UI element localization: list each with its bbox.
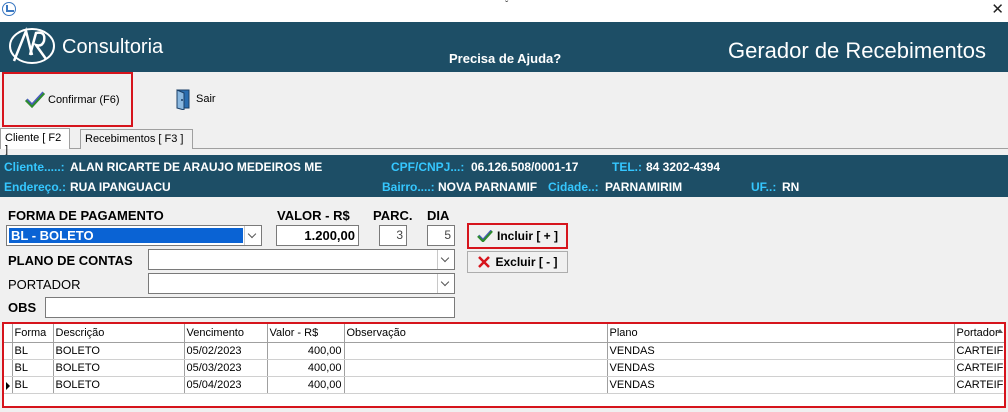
cell-forma: BL: [12, 359, 54, 377]
obs-input[interactable]: [45, 297, 455, 318]
titlebar-mark: ˇ: [505, 0, 509, 11]
dia-input[interactable]: 5: [427, 225, 455, 246]
uf-value: RN: [782, 180, 800, 194]
bairro-label: Bairro....:: [382, 180, 435, 194]
tab-strip: Cliente [ F2 ] Recebimentos [ F3 ]: [0, 127, 1008, 156]
exclude-button[interactable]: Excluir [ - ]: [467, 251, 568, 273]
chevron-down-icon[interactable]: [244, 226, 261, 245]
receivables-grid[interactable]: Forma Descrição Vencimento Valor - R$ Ob…: [2, 322, 1006, 408]
help-link[interactable]: Precisa de Ajuda?: [449, 51, 561, 66]
row-indicator: [4, 376, 13, 394]
company-logo: [9, 26, 55, 64]
cell-portador: CARTEIF: [954, 376, 1004, 394]
cell-valor: 400,00: [267, 342, 345, 360]
cliente-value: ALAN RICARTE DE ARAUJO MEDEIROS ME: [70, 160, 323, 174]
valor-input[interactable]: 1.200,00: [276, 225, 359, 246]
cell-descricao: BOLETO: [53, 376, 185, 394]
portador-label: PORTADOR: [8, 277, 81, 292]
cliente-label: Cliente.....:: [4, 160, 65, 174]
column-header-descricao[interactable]: Descrição: [53, 324, 185, 343]
parcelas-input[interactable]: 3: [379, 225, 407, 246]
window-titlebar: ˇ ✕: [0, 0, 1008, 22]
column-header-portador[interactable]: Portador: [954, 324, 1004, 343]
cpf-value: 06.126.508/0001-17: [471, 160, 579, 174]
chevron-down-icon[interactable]: [437, 250, 454, 269]
chevron-down-icon[interactable]: [437, 274, 454, 293]
cell-observacao: [344, 359, 608, 377]
tel-value: 84 3202-4394: [646, 160, 721, 174]
bairro-value: NOVA PARNAMIF: [438, 180, 538, 194]
toolbar: Confirmar (F6) Sair: [0, 72, 1008, 127]
indicator-header: [4, 324, 13, 343]
cell-portador: CARTEIF: [954, 359, 1004, 377]
door-exit-icon: [176, 89, 190, 110]
checkmark-icon: [477, 230, 493, 242]
column-header-observacao[interactable]: Observação: [344, 324, 608, 343]
endereco-value: RUA IPANGUACU: [70, 180, 171, 194]
portador-header-text: Portador: [956, 326, 999, 339]
cell-observacao: [344, 342, 608, 360]
forma-pagamento-label: FORMA DE PAGAMENTO: [8, 208, 164, 223]
row-indicator: [4, 359, 13, 377]
include-label: Incluir [ + ]: [496, 229, 558, 243]
cell-forma: BL: [12, 342, 54, 360]
confirm-label: Confirmar (F6): [48, 93, 120, 106]
header-banner: Consultoria Precisa de Ajuda? Gerador de…: [0, 22, 1008, 72]
portador-select[interactable]: [148, 273, 455, 294]
row-indicator: [4, 342, 13, 360]
include-button[interactable]: Incluir [ + ]: [467, 223, 568, 249]
tab-cliente[interactable]: Cliente [ F2 ]: [0, 128, 70, 156]
tab-recebimentos[interactable]: Recebimentos [ F3 ]: [80, 129, 193, 149]
cell-vencimento: 05/03/2023: [184, 359, 268, 377]
column-header-forma[interactable]: Forma: [12, 324, 54, 343]
receivables-table: Forma Descrição Vencimento Valor - R$ Ob…: [4, 324, 1004, 394]
table-row[interactable]: BL BOLETO 05/04/2023 400,00 VENDAS CARTE…: [4, 376, 1004, 394]
column-header-plano[interactable]: Plano: [607, 324, 955, 343]
uf-label: UF..:: [751, 180, 777, 194]
red-x-icon: [478, 256, 491, 268]
cell-plano: VENDAS: [607, 359, 955, 377]
cell-descricao: BOLETO: [53, 342, 185, 360]
close-icon[interactable]: ✕: [991, 0, 1004, 18]
cidade-label: Cidade..:: [548, 180, 599, 194]
cell-valor: 400,00: [267, 359, 345, 377]
cell-vencimento: 05/02/2023: [184, 342, 268, 360]
valor-label: VALOR - R$: [277, 208, 350, 223]
cell-descricao: BOLETO: [53, 359, 185, 377]
forma-pagamento-select[interactable]: BL - BOLETO: [6, 225, 262, 246]
parcelas-label: PARC.: [373, 208, 413, 223]
exclude-label: Excluir [ - ]: [495, 255, 558, 269]
obs-label: OBS: [8, 300, 37, 315]
current-row-pointer-icon: [6, 381, 10, 390]
table-row[interactable]: BL BOLETO 05/03/2023 400,00 VENDAS CARTE…: [4, 359, 1004, 377]
table-row[interactable]: BL BOLETO 05/02/2023 400,00 VENDAS CARTE…: [4, 342, 1004, 360]
brand-name: Consultoria: [62, 36, 164, 58]
cell-portador: CARTEIF: [954, 342, 1004, 360]
exit-label: Sair: [196, 93, 216, 105]
table-header-row: Forma Descrição Vencimento Valor - R$ Ob…: [4, 324, 1004, 343]
tel-label: TEL.:: [612, 160, 642, 174]
column-header-vencimento[interactable]: Vencimento: [184, 324, 268, 343]
cell-valor: 400,00: [267, 376, 345, 394]
plano-contas-label: PLANO DE CONTAS: [8, 253, 133, 268]
cell-plano: VENDAS: [607, 342, 955, 360]
scroll-up-icon[interactable]: [996, 329, 1003, 333]
cell-observacao: [344, 376, 608, 394]
forma-pagamento-value: BL - BOLETO: [9, 228, 243, 243]
client-info-panel: Cliente.....: ALAN RICARTE DE ARAUJO MED…: [0, 155, 1008, 197]
cidade-value: PARNAMIRIM: [605, 180, 683, 194]
cpf-label: CPF/CNPJ...:: [391, 160, 465, 174]
cell-vencimento: 05/04/2023: [184, 376, 268, 394]
cell-plano: VENDAS: [607, 376, 955, 394]
checkmark-icon: [24, 90, 46, 108]
app-title: Gerador de Recebimentos: [728, 38, 987, 63]
app-chart-icon: [2, 2, 16, 16]
dia-label: DIA: [427, 208, 450, 223]
plano-contas-select[interactable]: [148, 249, 455, 270]
exit-button[interactable]: Sair: [174, 88, 216, 110]
confirm-button[interactable]: Confirmar (F6): [2, 72, 133, 127]
endereco-label: Endereço.:: [4, 180, 67, 194]
cell-forma: BL: [12, 376, 54, 394]
column-header-valor[interactable]: Valor - R$: [267, 324, 345, 343]
